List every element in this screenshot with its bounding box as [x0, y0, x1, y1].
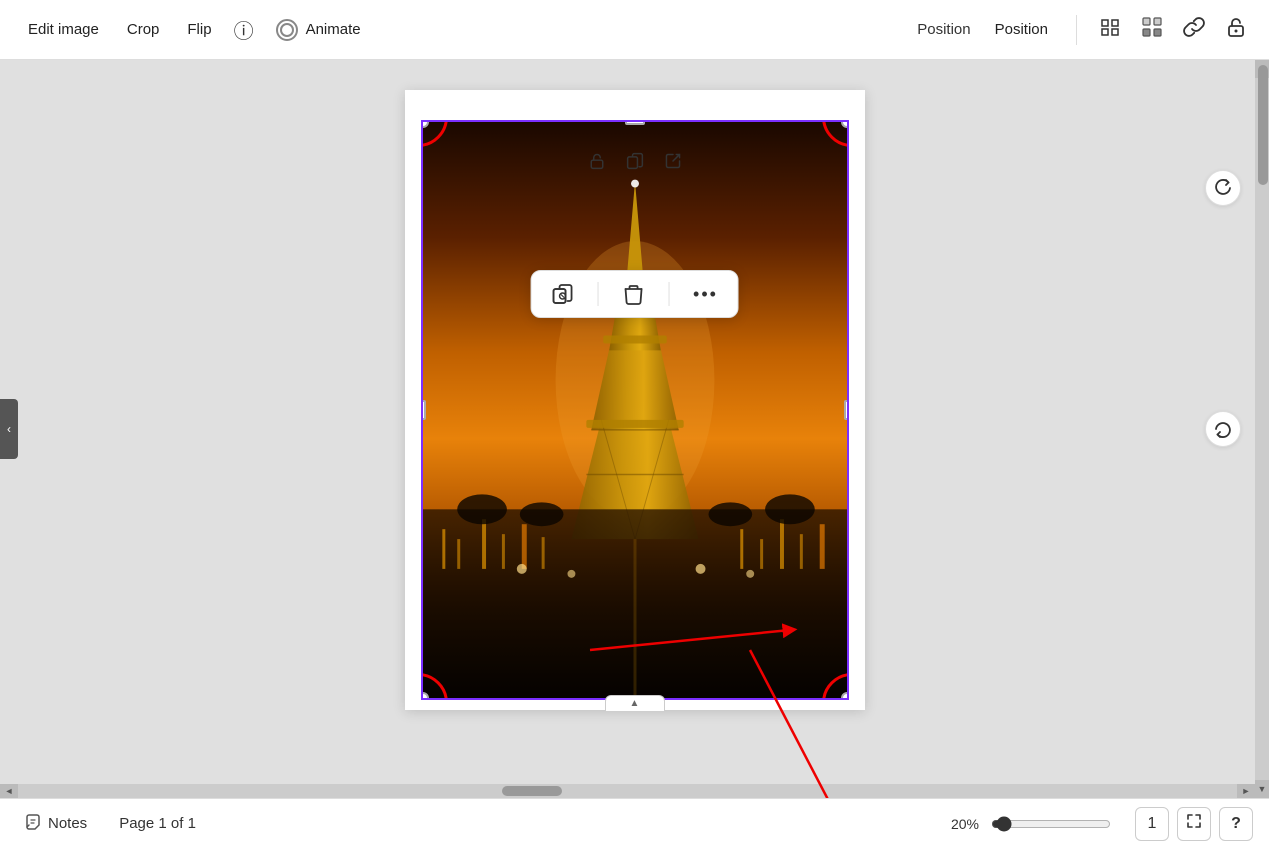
horizontal-scrollbar[interactable] [0, 784, 1255, 798]
vertical-scrollbar[interactable]: ▲ ▼ [1255, 60, 1269, 798]
float-lock-button[interactable] [584, 148, 610, 179]
link-button[interactable] [1177, 10, 1211, 50]
page-number-icon: 1 [1148, 815, 1157, 833]
toolbar-separator [1076, 15, 1077, 45]
expand-button[interactable] [1177, 807, 1211, 841]
flip-label: Flip [187, 21, 211, 38]
rotate-button-middle[interactable] [1205, 411, 1241, 447]
float-duplicate-icon [626, 154, 644, 174]
context-menu: ••• [530, 270, 739, 318]
rotate-button-top[interactable] [1205, 170, 1241, 206]
animate-button[interactable]: Animate [264, 11, 373, 49]
animate-icon [276, 19, 298, 41]
eiffel-scene [423, 122, 847, 698]
float-buttons [584, 148, 686, 179]
selected-image[interactable] [421, 120, 849, 700]
canvas-area: ‹ ▲ ▼ [0, 60, 1269, 798]
crop-button[interactable]: Crop [115, 13, 172, 46]
info-button[interactable]: ⓘ [228, 9, 260, 50]
edit-image-button[interactable]: Edit image [16, 13, 111, 46]
scroll-down-arrow[interactable]: ▼ [1255, 780, 1269, 798]
position-button[interactable]: Position [983, 13, 1060, 46]
page-info: Page 1 of 1 [119, 815, 196, 832]
context-separator-1 [597, 282, 598, 306]
zoom-slider[interactable] [991, 816, 1111, 832]
page-canvas: ••• ▲ [405, 90, 865, 710]
resize-handle-tm[interactable] [625, 120, 645, 125]
toolbar-right: Position Position [917, 10, 1253, 50]
scroll-right-arrow[interactable]: ► [1237, 784, 1255, 798]
link-icon [1183, 16, 1205, 44]
tools-icon [1099, 16, 1121, 44]
resize-handle-br[interactable] [841, 692, 849, 700]
help-button[interactable]: ? [1219, 807, 1253, 841]
more-options-button[interactable]: ••• [689, 280, 722, 309]
notes-icon [24, 813, 42, 835]
help-icon: ? [1231, 815, 1241, 833]
float-external-button[interactable] [660, 148, 686, 179]
copy-element-button[interactable] [547, 279, 577, 309]
float-lock-icon [588, 154, 606, 174]
position-label: Position [917, 21, 970, 38]
resize-handle-ml[interactable] [421, 400, 426, 420]
resize-handle-mr[interactable] [844, 400, 849, 420]
info-icon: ⓘ [234, 15, 254, 44]
scroll-left-arrow[interactable]: ◄ [0, 784, 18, 798]
expand-icon [1186, 813, 1202, 834]
float-external-icon [664, 154, 682, 174]
edit-image-label: Edit image [28, 21, 99, 38]
context-separator-2 [668, 282, 669, 306]
position-text: Position [995, 21, 1048, 38]
delete-element-button[interactable] [618, 279, 648, 309]
zoom-area: 20% [951, 816, 1111, 832]
h-scrollbar-thumb[interactable] [502, 786, 562, 796]
left-panel-toggle[interactable]: ‹ [0, 399, 18, 459]
zoom-percent: 20% [951, 816, 979, 832]
crop-label: Crop [127, 21, 160, 38]
tools-button[interactable] [1093, 10, 1127, 50]
bottom-toolbar: Notes Page 1 of 1 20% 1 ? [0, 798, 1269, 848]
notes-button[interactable]: Notes [16, 809, 95, 839]
page-tab-chevron: ▲ [630, 698, 640, 709]
lock-icon [1225, 16, 1247, 44]
lock-button[interactable] [1219, 10, 1253, 50]
animate-label: Animate [306, 21, 361, 38]
page-number-button[interactable]: 1 [1135, 807, 1169, 841]
grid-icon [1141, 16, 1163, 44]
bottom-right-icons: 1 ? [1135, 807, 1253, 841]
flip-button[interactable]: Flip [175, 13, 223, 46]
top-toolbar: Edit image Crop Flip ⓘ Animate Position … [0, 0, 1269, 60]
float-duplicate-button[interactable] [622, 148, 648, 179]
notes-label: Notes [48, 815, 87, 832]
more-icon: ••• [693, 284, 718, 305]
grid-button[interactable] [1135, 10, 1169, 50]
scrollbar-thumb[interactable] [1258, 65, 1268, 185]
page-tab[interactable]: ▲ [605, 695, 665, 711]
